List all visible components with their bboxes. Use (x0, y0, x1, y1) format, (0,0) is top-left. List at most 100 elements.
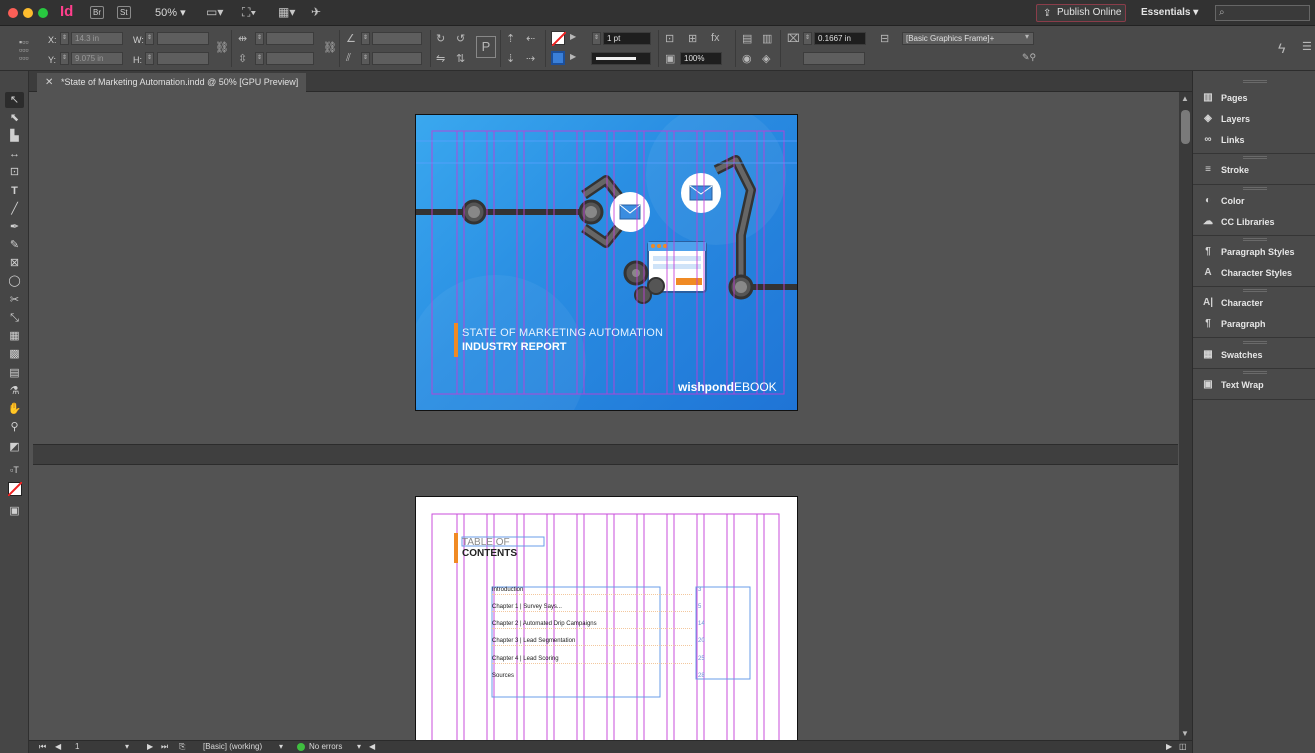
scroll-left-icon[interactable]: ◀ (369, 742, 375, 751)
clear-overrides-icon[interactable]: ✎⚲ (1022, 52, 1036, 63)
scale-x-field[interactable] (266, 32, 314, 45)
scroll-down-icon[interactable]: ▼ (1181, 729, 1189, 738)
screen-mode-icon[interactable]: ⛶▾ (242, 5, 262, 19)
view-options-icon[interactable]: ▭▾ (206, 5, 226, 19)
toc-entry-label[interactable]: Chapter 2 | Automated Drip Campaigns (492, 621, 597, 627)
toc-entry-label[interactable]: Chapter 1 | Survey Says... (492, 604, 562, 610)
rotate-ccw-icon[interactable]: ↺ (456, 32, 465, 45)
rotation-stepper[interactable]: ⇕ (361, 32, 370, 45)
scrollbar-thumb[interactable] (1181, 110, 1190, 144)
next-page-icon[interactable]: ▶ (147, 742, 153, 751)
close-tab-icon[interactable]: ✕ (45, 73, 53, 92)
screen-mode-tool-icon[interactable]: ▣ (5, 503, 24, 519)
effects-fx-icon[interactable]: fx (711, 32, 720, 44)
gradient-feather-tool-icon[interactable]: ▩ (5, 346, 24, 362)
publish-online-button[interactable]: ⇪ Publish Online (1036, 4, 1126, 22)
fill-stroke-swap-icon[interactable]: ◩ (5, 439, 24, 455)
flip-vertical-icon[interactable]: ⇅ (456, 52, 465, 65)
scroll-right-icon[interactable]: ▶ (1166, 742, 1172, 751)
constrain-proportions-icon[interactable]: ⛓ (215, 41, 229, 54)
rotation-field[interactable] (372, 32, 422, 45)
toc-title-line2[interactable]: CONTENTS (462, 548, 517, 559)
height-field[interactable] (157, 52, 209, 65)
cover-title-line1[interactable]: STATE OF MARKETING AUTOMATION (462, 327, 663, 339)
x-stepper[interactable]: ⇕ (60, 32, 69, 45)
fill-dropdown-icon[interactable]: ▶ (570, 32, 576, 41)
preflight-profile-select[interactable]: [Basic] (working) (203, 742, 262, 751)
panel-menu-icon[interactable]: ☰ (1302, 40, 1312, 53)
toc-entry-label[interactable]: Chapter 3 | Lead Segmentation (492, 638, 575, 644)
direct-selection-tool-icon[interactable]: ⬉ (5, 110, 24, 126)
stock-button[interactable]: St (117, 6, 131, 19)
preflight-errors-label[interactable]: No errors (309, 742, 342, 751)
fill-frame-icon[interactable]: ◈ (762, 52, 770, 65)
cover-page[interactable]: STATE OF MARKETING AUTOMATION INDUSTRY R… (415, 114, 798, 411)
open-page-icon[interactable]: ⎘ (179, 742, 185, 752)
toc-entry-label[interactable]: Chapter 4 | Lead Scoring (492, 656, 559, 662)
gradient-swatch-tool-icon[interactable]: ▦ (5, 328, 24, 344)
arrange-documents-icon[interactable]: ▦▾ (278, 5, 298, 19)
width-stepper[interactable]: ⇕ (145, 32, 154, 45)
flip-horizontal-icon[interactable]: ⇋ (436, 52, 445, 65)
stroke-swatch[interactable] (551, 51, 565, 65)
errors-dropdown-icon[interactable]: ▾ (357, 742, 361, 751)
line-tool-icon[interactable]: ╱ (5, 201, 24, 217)
preflight-dropdown-icon[interactable]: ▾ (279, 742, 283, 751)
drop-shadow-icon[interactable]: ▣ (665, 52, 675, 65)
document-tab[interactable]: ✕ *State of Marketing Automation.indd @ … (37, 73, 307, 92)
close-window-button[interactable] (8, 8, 18, 18)
center-content-icon[interactable]: ◉ (742, 52, 752, 65)
y-stepper[interactable]: ⇕ (60, 52, 69, 65)
quick-apply-icon[interactable]: ϟ (1278, 40, 1285, 56)
toc-entry-page[interactable]: 25 (698, 656, 705, 662)
bridge-button[interactable]: Br (90, 6, 104, 19)
select-next-icon[interactable]: ⇢ (526, 52, 535, 65)
zoom-level-select[interactable]: 50% ▾ (155, 6, 186, 19)
opacity-field[interactable]: 100% (680, 52, 722, 65)
first-page-icon[interactable]: ⏮ (39, 742, 46, 752)
toc-entry-page[interactable]: 14 (698, 621, 705, 627)
workspace-switcher[interactable]: Essentials ▾ (1141, 7, 1198, 18)
scale-x-stepper[interactable]: ⇕ (255, 32, 264, 45)
pasteboard[interactable]: STATE OF MARKETING AUTOMATION INDUSTRY R… (33, 92, 1178, 740)
shear-field[interactable] (372, 52, 422, 65)
toc-entry-page[interactable]: 3 (698, 587, 701, 593)
object-style-dropdown-icon[interactable]: ▾ (1025, 32, 1029, 41)
toc-page[interactable]: TABLE OF CONTENTS Introduction 3 Chapter… (415, 496, 798, 740)
scroll-up-icon[interactable]: ▲ (1181, 94, 1189, 103)
toc-title-line1[interactable]: TABLE OF (462, 537, 510, 548)
constrain-scale-icon[interactable]: ⛓ (323, 41, 337, 54)
stroke-weight-stepper[interactable]: ⇕ (592, 32, 601, 45)
zoom-tool-icon[interactable]: ⚲ (5, 419, 24, 435)
minimize-window-button[interactable] (23, 8, 33, 18)
fit-window-icon[interactable]: ◫ (1179, 742, 1187, 751)
object-style-select[interactable]: [Basic Graphics Frame]+ (902, 32, 1034, 45)
select-container-icon[interactable]: ⇡ (506, 32, 515, 45)
ellipse-tool-icon[interactable]: ◯ (5, 273, 24, 289)
scale-y-stepper[interactable]: ⇕ (255, 52, 264, 65)
cover-title-line2[interactable]: INDUSTRY REPORT (462, 341, 567, 353)
previous-page-icon[interactable]: ◀ (55, 742, 61, 751)
fit-frame-icon[interactable]: ▤ (742, 32, 752, 45)
rectangle-frame-tool-icon[interactable]: ⊠ (5, 255, 24, 271)
rotate-cw-icon[interactable]: ↻ (436, 32, 445, 45)
toc-entry-page[interactable]: 20 (698, 638, 705, 644)
stroke-weight-field[interactable]: 1 pt (603, 32, 651, 45)
page-number-field[interactable]: 1 (75, 742, 79, 751)
toc-entry-page[interactable]: 28 (698, 673, 705, 679)
page-tool-icon[interactable]: ▙ (5, 128, 24, 144)
scale-y-field[interactable] (266, 52, 314, 65)
reference-point-icon[interactable]: ▪▫▫ ▫▫▫ ▫▫▫ (19, 38, 29, 63)
free-transform-tool-icon[interactable]: ⤡ (5, 310, 24, 326)
maximize-window-button[interactable] (38, 8, 48, 18)
height-stepper[interactable]: ⇕ (145, 52, 154, 65)
stroke-dropdown-icon[interactable]: ▶ (570, 52, 576, 61)
type-tool-icon[interactable]: T (5, 183, 24, 199)
x-field[interactable]: 14.3 in (71, 32, 123, 45)
help-search-input[interactable]: ⌕ (1215, 5, 1310, 21)
toc-entry-label[interactable]: Introduction (492, 587, 523, 593)
scissors-tool-icon[interactable]: ✂ (5, 292, 24, 308)
note-tool-icon[interactable]: ▤ (5, 365, 24, 381)
fit-content-icon[interactable]: ▥ (762, 32, 772, 45)
width-field[interactable] (157, 32, 209, 45)
